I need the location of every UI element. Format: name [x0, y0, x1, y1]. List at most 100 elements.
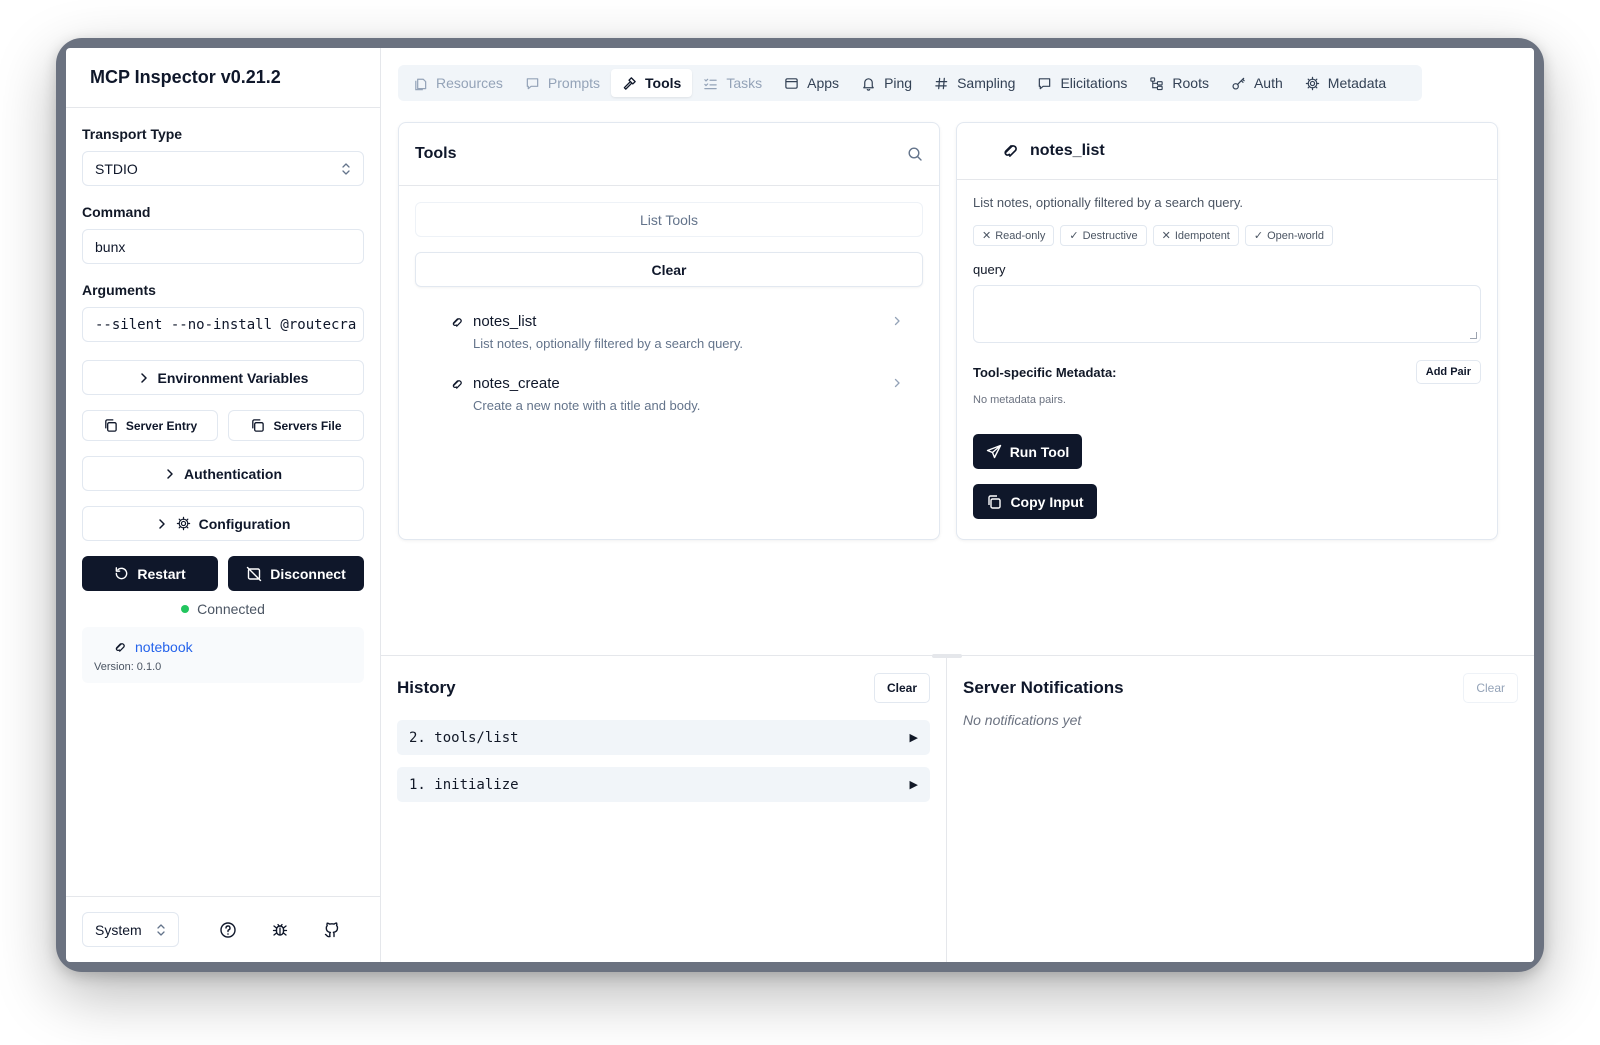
transport-type-value: STDIO	[95, 160, 138, 177]
theme-select[interactable]: System	[82, 912, 179, 947]
bug-icon[interactable]	[271, 921, 289, 939]
search-icon[interactable]	[907, 146, 923, 162]
clear-tools-label: Clear	[651, 261, 687, 278]
tab-tasks[interactable]: Tasks	[692, 69, 773, 97]
notifications-title: Server Notifications	[963, 678, 1124, 697]
disconnect-button[interactable]: Disconnect	[228, 556, 364, 591]
tab-auth[interactable]: Auth	[1220, 69, 1294, 97]
annotation-badge: ✓ Destructive	[1060, 225, 1147, 246]
copy-icon	[103, 418, 118, 433]
copy-servers-file-button[interactable]: Servers File	[228, 410, 364, 441]
tab-elicitations[interactable]: Elicitations	[1026, 69, 1138, 97]
list-tools-label: List Tools	[639, 211, 699, 228]
restart-button[interactable]: Restart	[82, 556, 218, 591]
message-square-icon	[525, 76, 540, 91]
connection-status: Connected	[82, 601, 364, 617]
tab-sampling[interactable]: Sampling	[923, 69, 1026, 97]
arguments-input[interactable]: --silent --no-install @routecra	[82, 307, 364, 342]
transport-type-select[interactable]: STDIO	[82, 151, 364, 186]
annotation-mark: ✕	[982, 230, 992, 242]
server-logo-icon	[451, 378, 464, 391]
chevrons-up-down-icon	[156, 923, 166, 937]
tab-bar: Resources Prompts Tools Tasks Apps Ping …	[398, 65, 1422, 101]
configuration-label: Configuration	[198, 515, 291, 532]
sidebar-header: MCP Inspector v0.21.2	[66, 48, 380, 108]
annotation-badge: ✓ Open-world	[1244, 225, 1333, 246]
server-version: Version: 0.1.0	[94, 661, 162, 673]
tool-annotations: ✕ Read-only ✓ Destructive ✕ Idempotent ✓ Ope…	[973, 225, 1481, 246]
query-textarea[interactable]	[973, 285, 1481, 343]
tab-prompts-label: Prompts	[547, 75, 601, 91]
key-icon	[1231, 76, 1246, 91]
chevron-right-icon	[164, 468, 176, 480]
expand-arrow-icon: ▶	[909, 732, 918, 744]
annotation-label: Open-world	[1267, 229, 1324, 242]
clear-tools-button[interactable]: Clear	[415, 252, 923, 287]
server-logo-icon	[114, 641, 127, 654]
server-notifications-panel: Server Notifications Clear No notificati…	[947, 656, 1534, 962]
status-dot	[181, 605, 190, 613]
resize-handle[interactable]	[932, 654, 962, 658]
tab-metadata[interactable]: Metadata	[1294, 69, 1397, 97]
send-icon	[986, 444, 1002, 460]
bell-icon	[861, 76, 876, 91]
tool-item-notes-list[interactable]: notes_list List notes, optionally filter…	[399, 313, 939, 351]
arguments-label: Arguments	[82, 282, 156, 298]
rotate-ccw-icon	[114, 566, 129, 581]
expand-arrow-icon: ▶	[909, 779, 918, 791]
annotation-mark: ✕	[1161, 230, 1171, 242]
copy-icon	[250, 418, 265, 433]
tool-item-notes-create[interactable]: notes_create Create a new note with a ti…	[399, 375, 939, 413]
chevron-right-icon	[891, 377, 903, 389]
app-window-icon	[784, 76, 799, 91]
status-text: Connected	[197, 601, 265, 617]
configuration-toggle[interactable]: Configuration	[82, 506, 364, 541]
tab-roots[interactable]: Roots	[1138, 69, 1220, 97]
tab-apps[interactable]: Apps	[773, 69, 850, 97]
help-circle-icon[interactable]	[219, 921, 237, 939]
tab-resources[interactable]: Resources	[402, 69, 514, 97]
tab-tools[interactable]: Tools	[611, 69, 693, 97]
add-pair-button[interactable]: Add Pair	[1415, 360, 1481, 384]
tab-tasks-label: Tasks	[726, 75, 763, 91]
servers-file-label: Servers File	[273, 418, 342, 433]
list-tools-button[interactable]: List Tools	[415, 202, 923, 237]
disconnect-label: Disconnect	[270, 565, 346, 582]
copy-input-label: Copy Input	[1010, 493, 1084, 510]
folder-tree-icon	[1149, 76, 1164, 91]
copy-input-button[interactable]: Copy Input	[973, 484, 1097, 519]
tool-description: Create a new note with a title and body.	[473, 398, 701, 413]
tab-sampling-label: Sampling	[957, 75, 1016, 91]
authentication-toggle[interactable]: Authentication	[82, 456, 364, 491]
tab-ping[interactable]: Ping	[850, 69, 923, 97]
server-logo-icon	[1002, 142, 1020, 160]
server-logo-icon	[451, 316, 464, 329]
environment-variables-label: Environment Variables	[157, 369, 309, 386]
tool-detail-card: notes_list List notes, optionally filter…	[956, 122, 1498, 540]
tab-prompts[interactable]: Prompts	[514, 69, 611, 97]
connection-form: Transport Type STDIO Command bunx Argume…	[66, 108, 380, 683]
run-tool-button[interactable]: Run Tool	[973, 434, 1082, 469]
github-icon[interactable]	[323, 921, 341, 939]
restart-label: Restart	[137, 565, 186, 582]
command-input[interactable]: bunx	[82, 229, 364, 264]
tools-card-title: Tools	[415, 145, 457, 162]
server-name-link[interactable]: notebook	[135, 639, 193, 655]
annotation-mark: ✓	[1253, 230, 1264, 242]
history-panel: History Clear 2. tools/list ▶ 1. initial…	[381, 656, 947, 962]
copy-icon	[986, 494, 1002, 510]
history-item-label: 1. initialize	[409, 776, 519, 793]
annotation-badge: ✕ Idempotent	[1152, 225, 1239, 246]
files-icon	[413, 76, 428, 91]
main-content: Resources Prompts Tools Tasks Apps Ping …	[381, 48, 1534, 962]
history-item[interactable]: 1. initialize ▶	[397, 767, 930, 802]
run-tool-label: Run Tool	[1009, 443, 1070, 460]
environment-variables-toggle[interactable]: Environment Variables	[82, 360, 364, 395]
unplug-icon	[246, 566, 262, 582]
clear-history-button[interactable]: Clear	[873, 673, 930, 703]
arguments-value: --silent --no-install @routecra	[95, 316, 357, 333]
history-item[interactable]: 2. tools/list ▶	[397, 720, 930, 755]
command-label: Command	[82, 204, 151, 220]
clear-notifications-button[interactable]: Clear	[1463, 673, 1518, 703]
copy-server-entry-button[interactable]: Server Entry	[82, 410, 218, 441]
